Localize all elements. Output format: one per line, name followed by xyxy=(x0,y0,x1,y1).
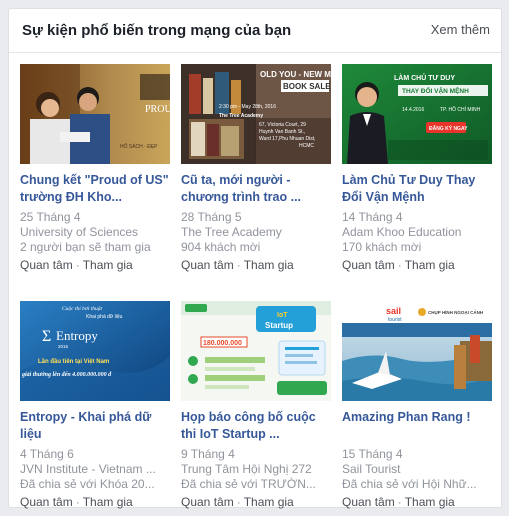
action-separator: · xyxy=(397,495,402,509)
thumb-text: ĐĂNG KÝ NGAY xyxy=(429,125,468,132)
thumb-text: Lần đầu tiên tại Việt Nam xyxy=(38,359,109,365)
panel-title: Sự kiện phổ biến trong mạng của bạn xyxy=(22,22,292,39)
event-date: 15 Tháng 4 xyxy=(342,447,403,461)
thumb-text: LÀM CHỦ TƯ DUY xyxy=(394,73,455,82)
event-date: 14 Tháng 4 xyxy=(342,210,403,224)
thumb-text: BOOK SALE xyxy=(283,82,331,91)
event-date: 4 Tháng 6 xyxy=(20,447,74,461)
going-button[interactable]: Tham gia xyxy=(83,495,133,509)
event-stat: 904 khách mời xyxy=(181,240,261,254)
event-host: JVN Institute - Vietnam ... xyxy=(20,462,156,476)
event-host: University of Sciences xyxy=(20,225,139,239)
event-card: LÀM CHỦ TƯ DUY THAY ĐỔI VẬN MỆNH 14.4.20… xyxy=(342,64,492,273)
event-card: PROUD HỐ SÁCH · ĐẸP Chung kết "Proud of … xyxy=(20,64,170,273)
event-image-students: PROUD HỐ SÁCH · ĐẸP xyxy=(20,64,170,164)
thumb-text: tourist xyxy=(388,317,402,323)
interested-button[interactable]: Quan tâm xyxy=(342,495,395,509)
event-card: Cuộc thi bơi thuật Khai phá dữ liệu Σ En… xyxy=(20,301,170,510)
event-title-link[interactable]: Chung kết "Proud of US" trường ĐH Kho... xyxy=(20,172,170,206)
going-button[interactable]: Tham gia xyxy=(83,258,133,272)
event-stat: 170 khách mời xyxy=(342,240,422,254)
going-button[interactable]: Tham gia xyxy=(405,495,455,509)
event-stat: Đã chia sẻ với Hội Nhữ... xyxy=(342,477,477,491)
event-thumbnail[interactable]: sail tourist CHỤP HÌNH NGOẠI CẢNH xyxy=(342,301,492,401)
going-button[interactable]: Tham gia xyxy=(405,258,455,272)
action-separator: · xyxy=(236,495,241,509)
thumb-text: THAY ĐỔI VẬN MỆNH xyxy=(402,86,469,95)
event-actions: Quan tâm · Tham gia xyxy=(342,495,492,510)
thumb-text: sail xyxy=(386,306,401,316)
event-title-link[interactable]: Họp báo công bố cuộc thi IoT Startup ... xyxy=(181,409,331,443)
thumb-text: Entropy xyxy=(56,328,98,343)
going-button[interactable]: Tham gia xyxy=(244,258,294,272)
interested-button[interactable]: Quan tâm xyxy=(20,258,73,272)
thumb-text: giải thưởng lên đến 4.000.000.000 đ xyxy=(21,371,112,378)
interested-button[interactable]: Quan tâm xyxy=(342,258,395,272)
event-thumbnail[interactable]: PROUD HỐ SÁCH · ĐẸP xyxy=(20,64,170,164)
event-actions: Quan tâm · Tham gia xyxy=(20,258,170,273)
see-more-link[interactable]: Xem thêm xyxy=(431,22,490,37)
action-separator: · xyxy=(236,258,241,272)
event-thumbnail[interactable]: LÀM CHỦ TƯ DUY THAY ĐỔI VẬN MỆNH 14.4.20… xyxy=(342,64,492,164)
event-title-link[interactable]: Cũ ta, mới người - chương trình trao ... xyxy=(181,172,331,206)
thumb-text: 180.000.000 xyxy=(203,340,242,347)
thumb-text: HỐ SÁCH · ĐẸP xyxy=(120,143,158,150)
event-host: The Tree Academy xyxy=(181,225,282,239)
popular-events-panel: Sự kiện phổ biến trong mạng của bạn Xem … xyxy=(8,8,502,510)
action-separator: · xyxy=(397,258,402,272)
event-stat: Đã chia sẻ với TRƯỜN... xyxy=(181,477,316,491)
event-title-link[interactable]: Entropy - Khai phá dữ liệu xyxy=(20,409,170,443)
event-image-speaker: LÀM CHỦ TƯ DUY THAY ĐỔI VẬN MỆNH 14.4.20… xyxy=(342,64,492,164)
thumb-text: Startup xyxy=(265,321,293,330)
event-actions: Quan tâm · Tham gia xyxy=(342,258,492,273)
action-separator: · xyxy=(75,495,80,509)
event-date: 9 Tháng 4 xyxy=(181,447,235,461)
event-date: 28 Tháng 5 xyxy=(181,210,242,224)
thumb-text: TP. HỒ CHÍ MINH xyxy=(440,106,481,113)
thumb-text: 14.4.2016 xyxy=(402,107,424,113)
event-actions: Quan tâm · Tham gia xyxy=(20,495,170,510)
going-button[interactable]: Tham gia xyxy=(244,495,294,509)
event-image-phan-rang: sail tourist CHỤP HÌNH NGOẠI CẢNH xyxy=(342,301,492,401)
event-stat: Đã chia sẻ với Khóa 20... xyxy=(20,477,155,491)
event-image-book-sale: OLD YOU - NEW ME: BOOK SALE 2:30 pm - Ma… xyxy=(181,64,331,164)
event-thumbnail[interactable]: Cuộc thi bơi thuật Khai phá dữ liệu Σ En… xyxy=(20,301,170,401)
thumb-text: Huynh Van Banh St., xyxy=(259,129,305,135)
event-title-link[interactable]: Làm Chủ Tư Duy Thay Đổi Vận Mệnh xyxy=(342,172,492,206)
action-separator: · xyxy=(75,258,80,272)
panel-header: Sự kiện phổ biến trong mạng của bạn Xem … xyxy=(9,9,501,53)
thumb-text: IoT xyxy=(277,312,288,319)
thumb-text: OLD YOU - NEW ME: xyxy=(260,70,331,79)
thumb-text: Ward 17,Phu Nhuan Dist, xyxy=(259,136,316,142)
event-host: Adam Khoo Education xyxy=(342,225,462,239)
event-host: Sail Tourist xyxy=(342,462,401,476)
event-stat: 2 người bạn sẽ tham gia xyxy=(20,240,151,254)
event-host: Trung Tâm Hội Nghị 272 xyxy=(181,462,312,476)
event-card: sail tourist CHỤP HÌNH NGOẠI CẢNH Amazin… xyxy=(342,301,492,510)
event-actions: Quan tâm · Tham gia xyxy=(181,495,331,510)
interested-button[interactable]: Quan tâm xyxy=(181,495,234,509)
thumb-text: Khai phá dữ liệu xyxy=(86,314,123,320)
thumb-text: 2016 xyxy=(58,344,69,349)
thumb-text: 2:30 pm - May 28th, 2016 xyxy=(219,104,276,110)
event-thumbnail[interactable]: IoT Startup 180.000.000 xyxy=(181,301,331,401)
sigma-glyph: Σ xyxy=(42,328,51,345)
interested-button[interactable]: Quan tâm xyxy=(181,258,234,272)
event-actions: Quan tâm · Tham gia xyxy=(181,258,331,273)
thumb-text: HCMC xyxy=(299,143,314,149)
interested-button[interactable]: Quan tâm xyxy=(20,495,73,509)
thumb-text: 67, Victoria Court, 29 xyxy=(259,122,306,128)
thumb-text: Cuộc thi bơi thuật xyxy=(62,306,103,312)
event-date: 25 Tháng 4 xyxy=(20,210,81,224)
thumb-text: PROUD xyxy=(145,104,170,115)
event-title-link[interactable]: Amazing Phan Rang ! xyxy=(342,409,492,443)
thumb-text: CHỤP HÌNH NGOẠI CẢNH xyxy=(428,308,483,315)
event-card: OLD YOU - NEW ME: BOOK SALE 2:30 pm - Ma… xyxy=(181,64,331,273)
event-thumbnail[interactable]: OLD YOU - NEW ME: BOOK SALE 2:30 pm - Ma… xyxy=(181,64,331,164)
event-image-entropy: Cuộc thi bơi thuật Khai phá dữ liệu Σ En… xyxy=(20,301,170,401)
event-card: IoT Startup 180.000.000 Họp báo công bố … xyxy=(181,301,331,510)
event-image-iot-startup: IoT Startup 180.000.000 xyxy=(181,301,331,401)
